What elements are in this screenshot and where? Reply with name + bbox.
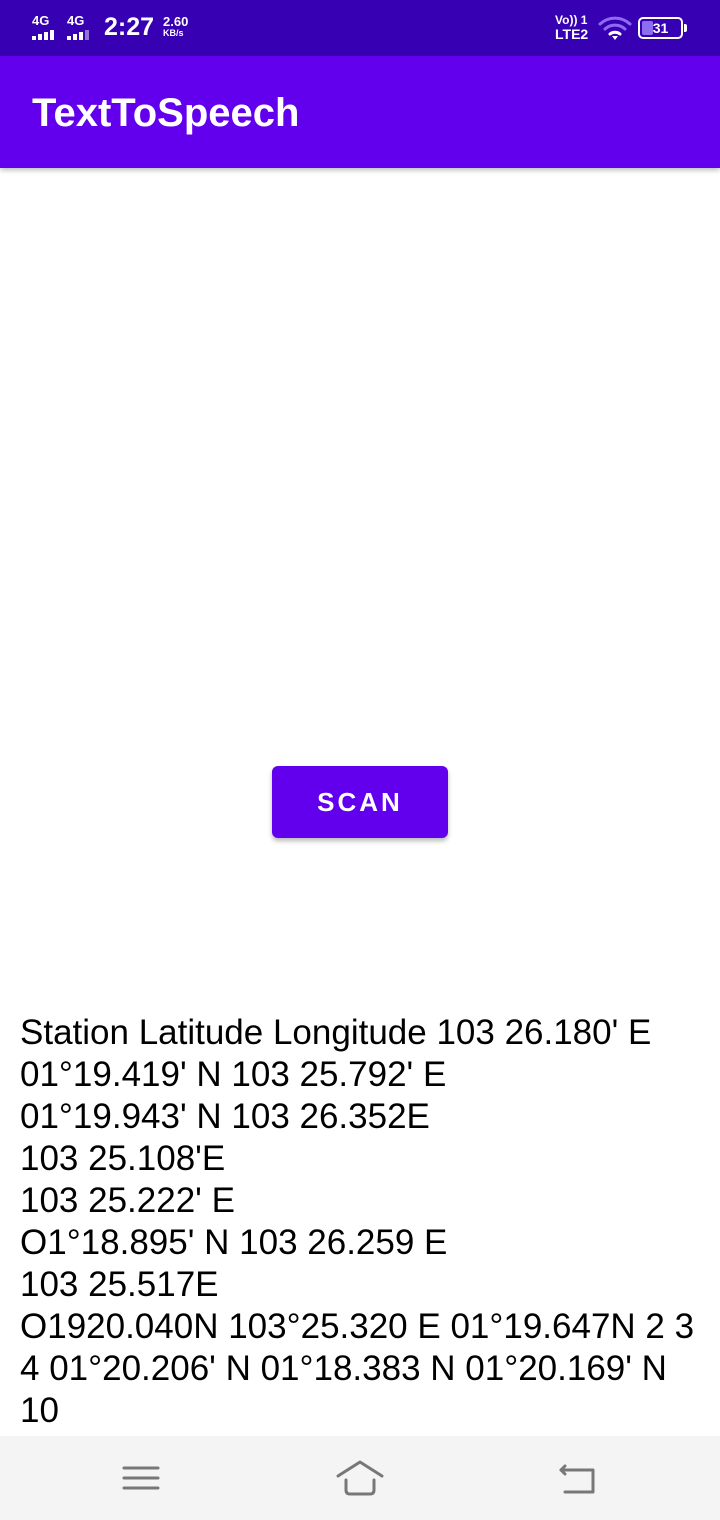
recognized-text: Station Latitude Longitude 103 26.180' E… <box>20 1012 710 1432</box>
home-icon[interactable] <box>336 1454 384 1502</box>
sim1-network-type: 4G <box>32 13 50 28</box>
volte-label: Vo)) 1 <box>555 13 588 27</box>
navigation-bar <box>0 1436 720 1520</box>
text-line: 4 01°20.206' N 01°18.383 N 01°20.169' N <box>20 1349 667 1388</box>
volte-indicator: Vo)) 1 LTE2 <box>555 13 595 42</box>
sim1-signal-icon: 4G <box>30 14 58 40</box>
battery-icon: 31 <box>638 17 688 39</box>
menu-icon[interactable] <box>117 1454 165 1502</box>
text-line: 103 25.108'E <box>20 1139 226 1178</box>
sim2-network-type: 4G <box>67 13 85 28</box>
net-speed: 2.60 KB/s <box>163 15 203 39</box>
sim2-signal-icon: 4G <box>65 14 93 40</box>
text-line: 103 25.517E <box>20 1265 219 1304</box>
app-bar: TextToSpeech <box>0 56 720 168</box>
text-line: 01°19.943' N 103 26.352E <box>20 1097 430 1136</box>
wifi-icon <box>598 15 632 41</box>
status-bar: 4G 4G 2:27 2.60 KB/s Vo)) 1 LTE2 31 <box>0 0 720 56</box>
text-line: Station Latitude Longitude 103 26.180' E <box>20 1013 652 1052</box>
lte-label: LTE2 <box>555 26 589 42</box>
net-speed-unit: KB/s <box>163 28 184 38</box>
back-icon[interactable] <box>555 1454 603 1502</box>
text-line: 01°19.419' N 103 25.792' E <box>20 1055 447 1094</box>
status-time: 2:27 <box>104 13 155 41</box>
text-line: O1°18.895' N 103 26.259 E <box>20 1223 448 1262</box>
net-speed-value: 2.60 <box>163 14 189 29</box>
text-line: 10 <box>20 1391 59 1430</box>
text-line: 103 25.222' E <box>20 1181 235 1220</box>
battery-level: 31 <box>652 20 669 36</box>
scan-button[interactable]: SCAN <box>272 766 448 838</box>
app-title: TextToSpeech <box>32 91 300 135</box>
text-line: O1920.040N 103°25.320 E 01°19.647N 2 3 <box>20 1307 695 1346</box>
